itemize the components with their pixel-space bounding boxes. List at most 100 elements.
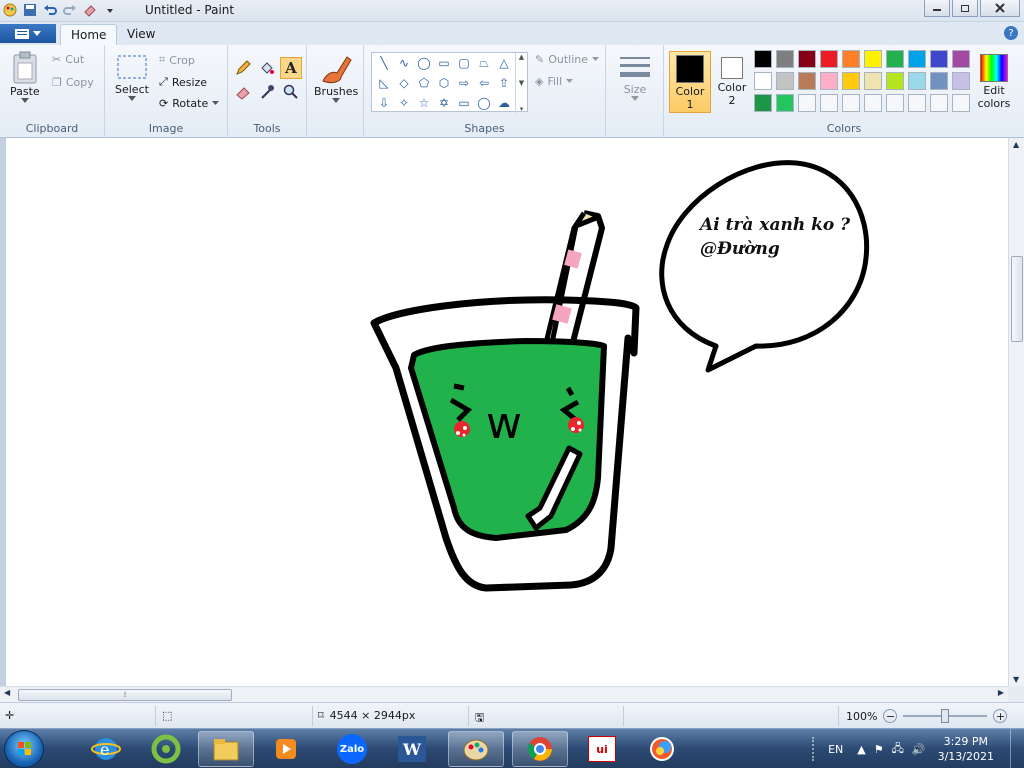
six-point-star-shape-icon[interactable]: ✡	[434, 93, 454, 113]
line-size-icon	[620, 57, 650, 77]
fill-bucket-icon[interactable]	[256, 57, 278, 79]
vertical-scrollbar[interactable]: ▲ ▼	[1008, 138, 1024, 686]
network-icon[interactable]: 🖧	[892, 740, 904, 759]
paste-button[interactable]: Paste	[10, 51, 40, 103]
move-cursor-icon: ✛	[5, 709, 15, 722]
zoom-in-icon[interactable]: +	[993, 709, 1008, 723]
vertical-scroll-thumb[interactable]	[1011, 256, 1023, 342]
curve-shape-icon[interactable]: ∿	[394, 53, 414, 73]
action-center-flag-icon[interactable]: ⚑	[874, 743, 884, 756]
fill-button[interactable]: ◈ Fill	[535, 75, 574, 88]
up-arrow-shape-icon[interactable]: ⇧	[494, 73, 514, 93]
colors-label: Colors	[826, 122, 862, 135]
zoom-slider[interactable]	[903, 709, 988, 723]
taskbar-chrome[interactable]	[512, 731, 568, 767]
scroll-left-arrow-icon[interactable]: ◀	[4, 688, 10, 697]
eraser-icon[interactable]	[82, 2, 98, 18]
show-hidden-icons-icon[interactable]: ▲	[857, 743, 865, 756]
scroll-down-arrow-icon[interactable]: ▼	[1013, 675, 1019, 684]
taskbar-media[interactable]	[258, 731, 314, 767]
triangle-shape-icon[interactable]: △	[494, 53, 514, 73]
hexagon-shape-icon[interactable]: ⬡	[434, 73, 454, 93]
rotate-button[interactable]: ⟳ Rotate	[159, 97, 220, 110]
volume-icon[interactable]: 🔊	[912, 743, 926, 756]
help-icon[interactable]: ?	[1004, 26, 1018, 40]
horizontal-scrollbar[interactable]: ◀ ⁞ ▶	[0, 686, 1008, 702]
save-icon[interactable]	[22, 2, 38, 18]
coccoc-icon	[151, 734, 181, 764]
callout-rect-shape-icon[interactable]: ▭	[454, 93, 474, 113]
taskbar-zalo[interactable]: Zalo	[324, 731, 380, 767]
minimize-button[interactable]	[924, 0, 950, 17]
select-button[interactable]: Select	[115, 53, 149, 101]
taskbar-ie[interactable]: e	[78, 731, 134, 767]
four-point-star-shape-icon[interactable]: ✧	[394, 93, 414, 113]
cut-button[interactable]: ✂ Cut	[52, 53, 84, 66]
undo-icon[interactable]	[42, 2, 58, 18]
scroll-down-icon[interactable]: ▼	[519, 79, 524, 87]
taskbar-unikey[interactable]: ui	[574, 731, 630, 767]
face-mouth: w	[486, 398, 522, 449]
size-button[interactable]: Size	[618, 53, 652, 101]
paint-app-icon[interactable]	[2, 2, 18, 18]
zoom-slider-thumb[interactable]	[941, 709, 950, 723]
crop-button[interactable]: ⌗ Crop	[159, 53, 195, 67]
right-arrow-shape-icon[interactable]: ⇨	[454, 73, 474, 93]
taskbar-coccoc[interactable]	[138, 731, 194, 767]
taskbar-paint[interactable]	[448, 731, 504, 767]
maximize-button[interactable]	[952, 0, 978, 17]
language-indicator[interactable]: EN	[828, 743, 843, 756]
eraser-tool-icon[interactable]	[232, 81, 254, 103]
scroll-up-arrow-icon[interactable]: ▲	[1013, 140, 1019, 149]
selection-size: ⬚	[162, 709, 172, 722]
shapes-gallery[interactable]: ╲ ∿ ◯ ▭ ▢ ⏢ △ ◺ ◇ ⬠ ⬡ ⇨ ⇦ ⇧ ⇩ ✧ ☆ ✡ ▭ ◯ …	[371, 52, 528, 113]
pentagon-shape-icon[interactable]: ⬠	[414, 73, 434, 93]
line-shape-icon[interactable]: ╲	[374, 53, 394, 73]
start-button[interactable]	[4, 730, 44, 768]
rectangle-shape-icon[interactable]: ▭	[434, 53, 454, 73]
chevron-down-icon	[566, 79, 574, 83]
down-arrow-shape-icon[interactable]: ⇩	[374, 93, 394, 113]
five-point-star-shape-icon[interactable]: ☆	[414, 93, 434, 113]
status-divider	[838, 706, 839, 726]
close-button[interactable]	[980, 0, 1020, 17]
tools-grid: A	[232, 57, 302, 103]
magnifier-icon[interactable]	[280, 81, 302, 103]
show-desktop-button[interactable]	[1010, 729, 1024, 768]
expand-gallery-icon[interactable]: ▾	[520, 105, 524, 113]
tab-view[interactable]: View	[117, 24, 165, 45]
scroll-up-icon[interactable]: ▲	[519, 53, 524, 61]
system-tray: EN ▲ ⚑ 🖧 🔊 3:29 PM 3/13/2021	[812, 729, 1024, 768]
cloud-callout-shape-icon[interactable]: ☁	[494, 93, 514, 113]
redo-icon[interactable]	[62, 2, 78, 18]
polygon-shape-icon[interactable]: ⏢	[474, 53, 494, 73]
customize-qat-icon[interactable]	[102, 2, 118, 18]
shapes-scroller[interactable]: ▲ ▼ ▾	[515, 53, 527, 113]
clipboard-label: Clipboard	[25, 122, 79, 135]
brushes-button[interactable]: Brushes	[314, 51, 358, 103]
clock[interactable]: 3:29 PM 3/13/2021	[938, 734, 994, 764]
resize-button[interactable]: ⤢ Resize	[159, 75, 207, 89]
copy-button[interactable]: ❐ Copy	[52, 76, 94, 89]
diamond-shape-icon[interactable]: ◇	[394, 73, 414, 93]
horizontal-scroll-thumb[interactable]: ⁞	[18, 689, 232, 701]
right-triangle-shape-icon[interactable]: ◺	[374, 73, 394, 93]
paint-menu-button[interactable]	[0, 24, 56, 43]
drawing-canvas[interactable]: w Ai trà xanh ko ? @Đường	[6, 138, 1008, 686]
taskbar-photos[interactable]	[634, 731, 690, 767]
tab-home[interactable]: Home	[60, 24, 118, 45]
taskbar-explorer[interactable]	[198, 731, 254, 767]
text-tool-icon[interactable]: A	[280, 57, 302, 79]
status-divider	[623, 706, 624, 726]
scroll-corner	[1008, 686, 1024, 702]
left-arrow-shape-icon[interactable]: ⇦	[474, 73, 494, 93]
callout-oval-shape-icon[interactable]: ◯	[474, 93, 494, 113]
color-picker-icon[interactable]	[256, 81, 278, 103]
scroll-right-arrow-icon[interactable]: ▶	[998, 688, 1004, 697]
oval-shape-icon[interactable]: ◯	[414, 53, 434, 73]
rounded-rectangle-shape-icon[interactable]: ▢	[454, 53, 474, 73]
pencil-icon[interactable]	[232, 57, 254, 79]
outline-button[interactable]: ✎ Outline	[535, 53, 600, 66]
zoom-out-icon[interactable]: −	[883, 709, 898, 723]
taskbar-word[interactable]: W	[384, 731, 440, 767]
